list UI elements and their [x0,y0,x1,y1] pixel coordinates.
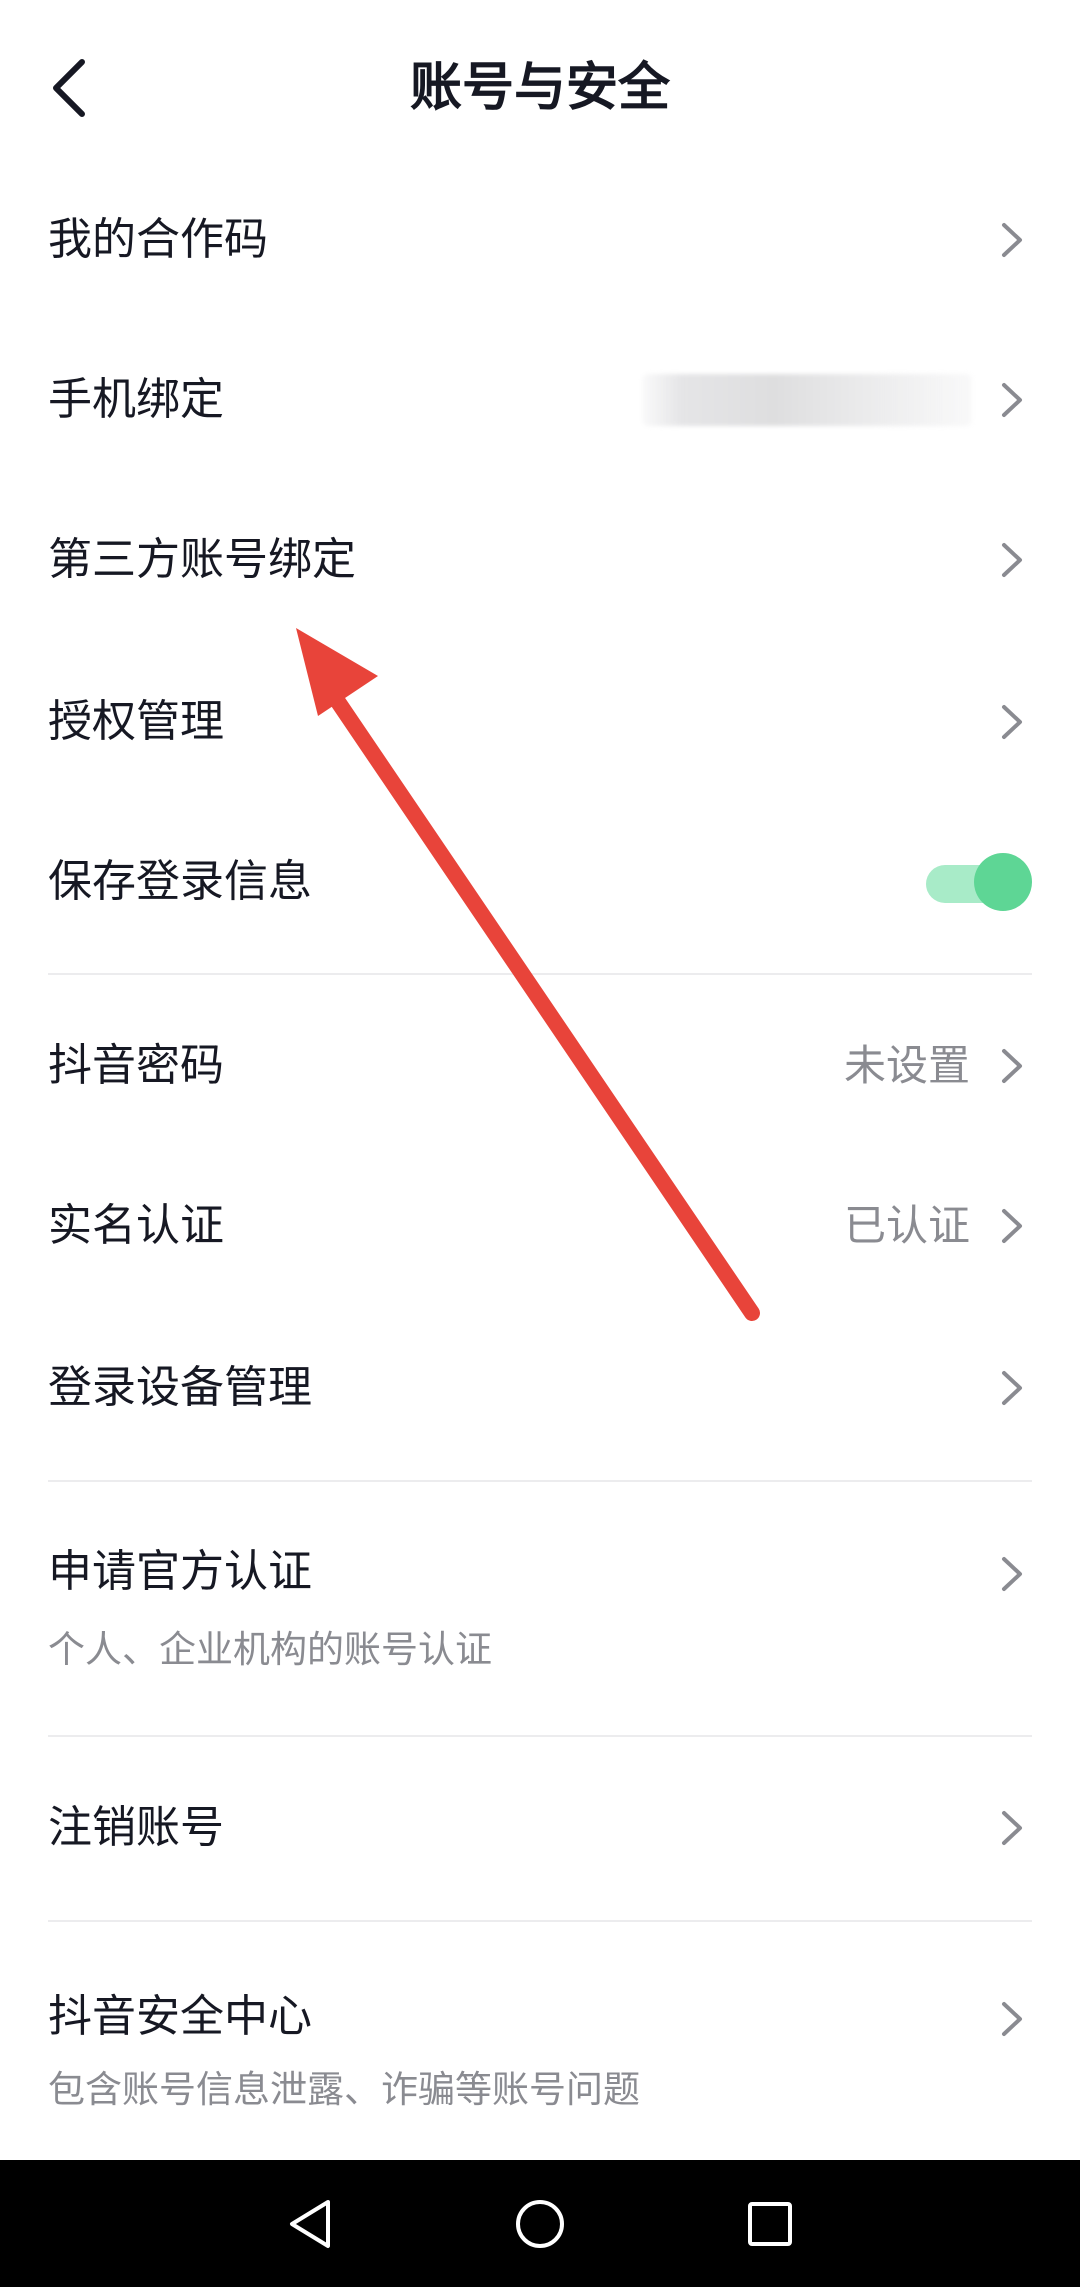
divider [48,973,1032,975]
chevron-right-icon [994,216,1030,264]
row-subtitle: 个人、企业机构的账号认证 [48,1628,492,1671]
row-label: 保存登录信息 [48,856,312,907]
password-status: 未设置 [843,1041,970,1090]
nav-back-button[interactable] [268,2182,352,2266]
row-third-party-binding[interactable]: 第三方账号绑定 [0,500,1080,620]
header: 账号与安全 [0,0,1080,180]
row-label: 注销账号 [48,1802,224,1853]
circle-home-icon [516,2200,564,2248]
chevron-right-icon [994,698,1030,746]
row-deactivate-account[interactable]: 注销账号 [0,1768,1080,1888]
row-label: 我的合作码 [48,214,268,265]
row-apply-official-verification[interactable]: 申请官方认证 个人、企业机构的账号认证 [0,1510,1080,1710]
row-label: 抖音密码 [48,1040,224,1091]
chevron-right-icon [994,1804,1030,1852]
chevron-right-icon [994,1364,1030,1412]
row-douyin-password[interactable]: 抖音密码 未设置 [0,1006,1080,1126]
row-phone-binding[interactable]: 手机绑定 [0,340,1080,460]
row-label: 登录设备管理 [48,1362,312,1413]
chevron-right-icon [994,1550,1030,1598]
chevron-right-icon [994,1202,1030,1250]
row-subtitle: 包含账号信息泄露、诈骗等账号问题 [48,2068,640,2111]
row-real-name-verification[interactable]: 实名认证 已认证 [0,1166,1080,1286]
row-login-device-management[interactable]: 登录设备管理 [0,1328,1080,1448]
chevron-right-icon [994,376,1030,424]
save-login-toggle[interactable] [922,853,1032,911]
row-cooperation-code[interactable]: 我的合作码 [0,180,1080,300]
page-title: 账号与安全 [409,58,670,118]
chevron-right-icon [994,1995,1030,2043]
row-label: 申请官方认证 [48,1546,312,1597]
row-save-login-info: 保存登录信息 [0,822,1080,942]
verification-status: 已认证 [843,1201,970,1250]
row-douyin-security-center[interactable]: 抖音安全中心 包含账号信息泄露、诈骗等账号问题 [0,1955,1080,2155]
triangle-back-icon [290,2200,330,2248]
account-security-screen: 账号与安全 我的合作码 手机绑定 第三方账号绑定 授权管理 保存登录信息 抖音密… [0,0,1080,2287]
row-authorization-management[interactable]: 授权管理 [0,662,1080,782]
toggle-knob [974,853,1032,911]
nav-recents-button[interactable] [728,2182,812,2266]
divider [48,1480,1032,1482]
divider [48,1735,1032,1737]
chevron-right-icon [994,1042,1030,1090]
row-label: 抖音安全中心 [48,1991,312,2042]
chevron-right-icon [994,536,1030,584]
row-label: 实名认证 [48,1200,224,1251]
row-label: 第三方账号绑定 [48,534,356,585]
row-label: 手机绑定 [48,374,224,425]
system-navbar [0,2160,1080,2287]
divider [48,1920,1032,1922]
square-recents-icon [748,2202,792,2246]
row-label: 授权管理 [48,696,224,747]
blurred-phone-number [642,374,972,426]
nav-home-button[interactable] [498,2182,582,2266]
